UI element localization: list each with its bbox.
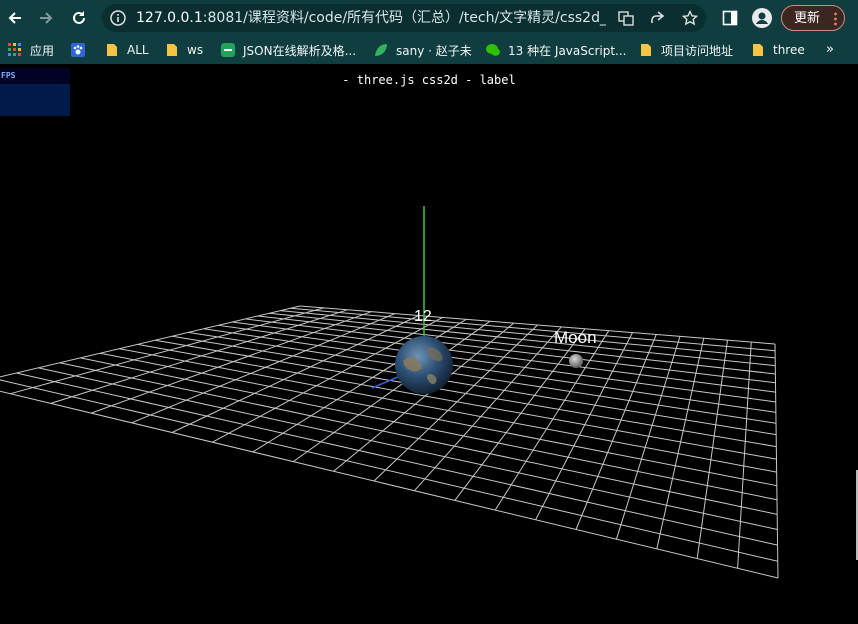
fps-graph	[0, 84, 70, 116]
url-text[interactable]: 127.0.0.1:8081/课程资料/code/所有代码（汇总）/tech/文…	[136, 4, 606, 32]
bookmarks-overflow-button[interactable]: »	[826, 42, 834, 57]
reload-icon	[73, 11, 85, 24]
grid-line	[50, 309, 348, 404]
star-icon[interactable]	[682, 10, 698, 26]
grid-line	[16, 372, 778, 546]
bookmark-project[interactable]: 项目访问地址	[639, 36, 733, 64]
info-title: - three.js css2d - label	[342, 73, 516, 87]
bookmark-baidu[interactable]	[71, 36, 93, 64]
grid-line	[737, 342, 752, 569]
grid-line	[774, 343, 779, 579]
bookmark-label: 项目访问地址	[661, 43, 734, 58]
webgl-viewport[interactable]: FPS - three.js css2d - label 12 Moon	[0, 64, 858, 624]
folder-icon	[641, 44, 651, 56]
update-button[interactable]: 更新	[781, 5, 845, 31]
avatar-icon	[752, 8, 772, 28]
apps-grid-icon	[8, 43, 21, 56]
grid-line	[171, 315, 419, 433]
bookmark-label: sany · 赵子未	[396, 43, 472, 58]
arrow-left-icon	[8, 12, 21, 24]
share-icon[interactable]	[649, 10, 665, 26]
wechat-icon	[486, 44, 500, 56]
bookmark-javascript[interactable]: 13 种在 JavaScript...	[486, 36, 627, 64]
grid-line	[494, 330, 610, 511]
bookmark-all[interactable]: ALL	[105, 36, 149, 64]
grid-line	[615, 336, 681, 540]
bookmark-sany[interactable]: sany · 赵子未	[374, 36, 472, 64]
earth-label: 12	[414, 308, 432, 325]
paw-icon	[71, 43, 85, 57]
folder-icon	[167, 44, 177, 56]
url-path: :8081/课程资料/code/所有代码（汇总）/tech/文字精灵/css2d…	[202, 10, 606, 26]
url-host: 127.0.0.1	[136, 10, 203, 26]
grid-line	[656, 338, 705, 550]
earth-sphere	[395, 336, 453, 394]
json-site-icon	[221, 43, 235, 57]
moon-label: Moon	[554, 328, 597, 347]
bookmark-label: 13 种在 JavaScript...	[508, 43, 627, 58]
translate-icon[interactable]	[618, 10, 634, 26]
grid-line	[0, 390, 779, 579]
folder-icon	[753, 44, 763, 56]
bookmark-apps[interactable]: 应用	[8, 36, 54, 64]
bookmark-label: 应用	[30, 43, 55, 58]
update-label: 更新	[794, 11, 821, 26]
side-panel-icon	[722, 10, 738, 26]
grid-line	[454, 328, 586, 501]
forward-button[interactable]	[34, 6, 58, 30]
info-icon[interactable]	[110, 10, 126, 26]
back-button[interactable]	[3, 6, 27, 30]
bookmark-json[interactable]: JSON在线解析及格...	[221, 36, 356, 64]
bookmarks-bar: 应用 ALL ws JSON在线解析及格... sany · 赵子未 13 种在…	[0, 36, 858, 64]
bookmark-label: ws	[187, 43, 204, 57]
bookmark-label: ALL	[127, 43, 149, 57]
arrow-right-icon	[40, 12, 53, 24]
browser-toolbar: 127.0.0.1:8081/课程资料/code/所有代码（汇总）/tech/文…	[0, 0, 858, 36]
grid-line	[535, 332, 633, 521]
bookmark-three[interactable]: three	[751, 36, 805, 64]
reload-button[interactable]	[67, 6, 91, 30]
moon-sphere	[569, 354, 583, 368]
bookmark-ws[interactable]: ws	[165, 36, 203, 64]
grid-line	[10, 307, 324, 395]
address-bar[interactable]: 127.0.0.1:8081/课程资料/code/所有代码（汇总）/tech/文…	[102, 4, 706, 32]
bookmark-label: three	[773, 43, 805, 57]
ground-grid	[0, 305, 779, 579]
bookmark-label: JSON在线解析及格...	[243, 43, 357, 58]
profile-button[interactable]	[750, 6, 774, 30]
scene-canvas[interactable]	[0, 64, 858, 624]
folder-icon	[107, 44, 117, 56]
menu-dots-icon	[834, 12, 837, 26]
grid-line	[131, 313, 396, 424]
leaf-icon	[375, 44, 387, 56]
grid-line	[373, 324, 538, 482]
side-panel-button[interactable]	[718, 6, 742, 30]
